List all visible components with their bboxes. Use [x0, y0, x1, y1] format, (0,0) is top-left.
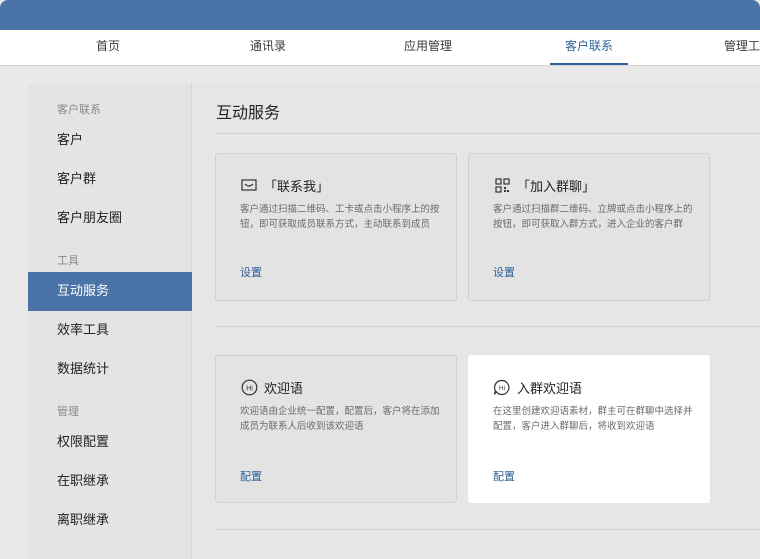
- svg-text:Hi: Hi: [499, 385, 505, 392]
- sidebar-item-interactive-service[interactable]: 互动服务: [28, 272, 192, 311]
- nav-item-home[interactable]: 首页: [84, 30, 132, 66]
- chat-icon: [240, 177, 258, 195]
- nav-item-customer-contact[interactable]: 客户联系: [550, 30, 628, 66]
- card-title: 入群欢迎语: [517, 382, 583, 397]
- sidebar-group-management: 管理: [57, 405, 79, 418]
- divider: [216, 529, 760, 530]
- configure-link[interactable]: 配置: [240, 468, 262, 484]
- card-header: 「加入群聊」: [493, 176, 595, 195]
- sidebar-group-tools: 工具: [57, 254, 79, 267]
- nav-item-contacts[interactable]: 通讯录: [244, 30, 292, 66]
- divider: [216, 326, 760, 327]
- content-panel: 客户联系 客户 客户群 客户朋友圈 工具 互动服务 效率工具 数据统计 管理 权…: [28, 83, 760, 559]
- hi-bubble-icon: Hi: [493, 379, 511, 397]
- card-contact-me[interactable]: 「联系我」 客户通过扫描二维码、工卡或点击小程序上的按钮，即可获取成员联系方式，…: [215, 153, 457, 301]
- card-title: 欢迎语: [264, 382, 304, 397]
- sidebar-item-customers[interactable]: 客户: [28, 121, 192, 160]
- sidebar-item-active-inheritance[interactable]: 在职继承: [28, 462, 192, 501]
- page-title: 互动服务: [216, 103, 281, 122]
- main-content: 互动服务 「联系我」 客户通过扫描二维码、工卡或点击小程序上的按钮，即可获取成员…: [193, 83, 760, 559]
- sidebar: 客户联系 客户 客户群 客户朋友圈 工具 互动服务 效率工具 数据统计 管理 权…: [28, 83, 192, 559]
- settings-link[interactable]: 设置: [493, 264, 515, 280]
- card-join-group[interactable]: 「加入群聊」 客户通过扫描群二维码、立牌或点击小程序上的按钮，即可获取入群方式，…: [468, 153, 710, 301]
- nav-item-management-tools[interactable]: 管理工: [722, 30, 760, 66]
- qr-code-icon: [493, 177, 511, 195]
- divider: [216, 133, 760, 134]
- card-description: 客户通过扫描二维码、工卡或点击小程序上的按钮，即可获取成员联系方式，主动联系到成…: [240, 204, 440, 230]
- card-description: 在这里创建欢迎语素材，群主可在群聊中选择并配置，客户进入群聊后，将收到欢迎语: [493, 406, 693, 432]
- card-description: 欢迎语由企业统一配置，配置后，客户将在添加成员为联系人后收到该欢迎语: [240, 406, 440, 432]
- card-title: 「联系我」: [264, 180, 330, 195]
- settings-link[interactable]: 设置: [240, 264, 262, 280]
- sidebar-group-customer-contact: 客户联系: [57, 103, 101, 116]
- top-nav: 首页 通讯录 应用管理 客户联系 管理工: [0, 30, 760, 66]
- hi-icon: Hi: [240, 379, 258, 397]
- card-header: Hi 欢迎语: [240, 378, 303, 397]
- card-welcome-message[interactable]: Hi 欢迎语 欢迎语由企业统一配置，配置后，客户将在添加成员为联系人后收到该欢迎…: [215, 355, 457, 503]
- nav-item-app-management[interactable]: 应用管理: [398, 30, 458, 66]
- card-group-welcome-message[interactable]: Hi 入群欢迎语 在这里创建欢迎语素材，群主可在群聊中选择并配置，客户进入群聊后…: [468, 355, 710, 503]
- sidebar-item-moments[interactable]: 客户朋友圈: [28, 199, 192, 238]
- svg-text:Hi: Hi: [246, 385, 253, 392]
- sidebar-item-permissions[interactable]: 权限配置: [28, 423, 192, 462]
- card-description: 客户通过扫描群二维码、立牌或点击小程序上的按钮，即可获取入群方式，进入企业的客户…: [493, 204, 693, 230]
- sidebar-item-resigned-inheritance[interactable]: 离职继承: [28, 501, 192, 540]
- card-header: Hi 入群欢迎语: [493, 378, 582, 397]
- card-title: 「加入群聊」: [517, 180, 596, 195]
- sidebar-item-statistics[interactable]: 数据统计: [28, 350, 192, 389]
- window-title-bar: [0, 0, 760, 30]
- card-header: 「联系我」: [240, 176, 329, 195]
- sidebar-item-customer-groups[interactable]: 客户群: [28, 160, 192, 199]
- configure-link[interactable]: 配置: [493, 468, 515, 484]
- sidebar-item-efficiency-tools[interactable]: 效率工具: [28, 311, 192, 350]
